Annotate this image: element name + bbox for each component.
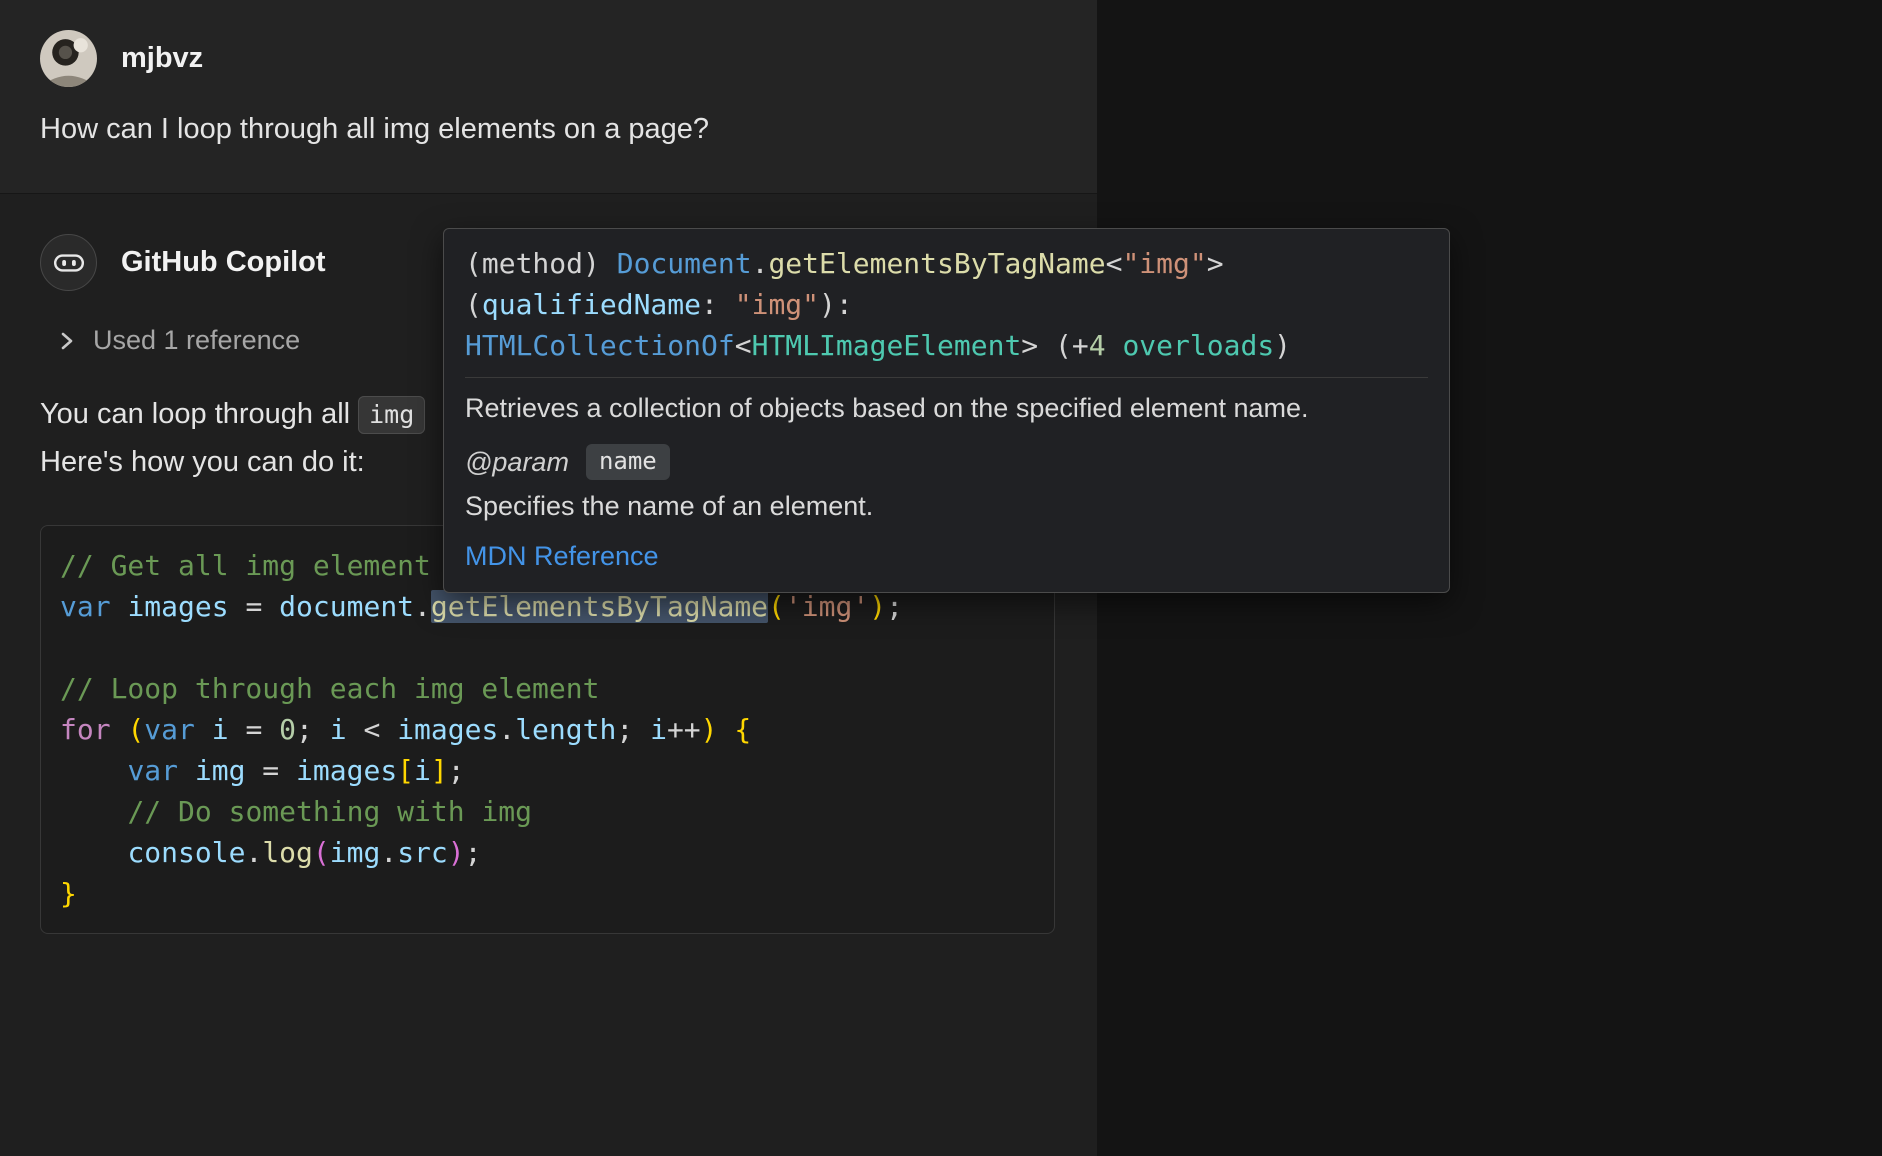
code-line: for (var i = 0; i < images.length; i++) …: [60, 709, 1042, 750]
code-line: console.log(img.src);: [60, 832, 1042, 873]
tooltip-description: Retrieves a collection of objects based …: [465, 391, 1428, 425]
inline-code-chip: img: [358, 396, 425, 434]
code-line: (qualifiedName: "img"):: [465, 284, 1428, 325]
references-label: Used 1 reference: [93, 325, 300, 356]
copilot-avatar: [40, 234, 97, 291]
user-message: mjbvz How can I loop through all img ele…: [0, 0, 1097, 194]
mdn-reference-link[interactable]: MDN Reference: [465, 541, 659, 572]
assistant-text-line1: You can loop through allimg: [40, 398, 425, 431]
references-toggle[interactable]: Used 1 reference: [58, 325, 300, 356]
user-avatar: [40, 30, 97, 87]
user-avatar-image: [40, 30, 97, 87]
param-tag: @param: [465, 447, 569, 478]
copilot-logo-icon: [52, 246, 86, 280]
code-line: var img = images[i];: [60, 750, 1042, 791]
param-name-chip: name: [586, 444, 670, 480]
code-line: HTMLCollectionOf<HTMLImageElement> (+4 o…: [465, 325, 1428, 366]
user-message-text: How can I loop through all img elements …: [40, 113, 709, 146]
hover-tooltip: (method) Document.getElementsByTagName<"…: [443, 228, 1450, 593]
code-content: // Get all img elementvar images = docum…: [60, 545, 1042, 914]
assistant-text-prefix: You can loop through all: [40, 398, 350, 430]
assistant-text-line2: Here's how you can do it:: [40, 446, 365, 479]
code-line: // Do something with img: [60, 791, 1042, 832]
code-line: (method) Document.getElementsByTagName<"…: [465, 243, 1428, 284]
code-line: [60, 627, 1042, 668]
username: mjbvz: [121, 42, 203, 75]
code-line: // Loop through each img element: [60, 668, 1042, 709]
tooltip-divider: [465, 377, 1428, 378]
chevron-right-icon: [58, 328, 76, 354]
code-line: }: [60, 873, 1042, 914]
tooltip-signature: (method) Document.getElementsByTagName<"…: [465, 243, 1428, 366]
assistant-name: GitHub Copilot: [121, 246, 326, 279]
param-description: Specifies the name of an element.: [465, 489, 1428, 523]
tooltip-param-row: @param name: [465, 444, 1428, 480]
